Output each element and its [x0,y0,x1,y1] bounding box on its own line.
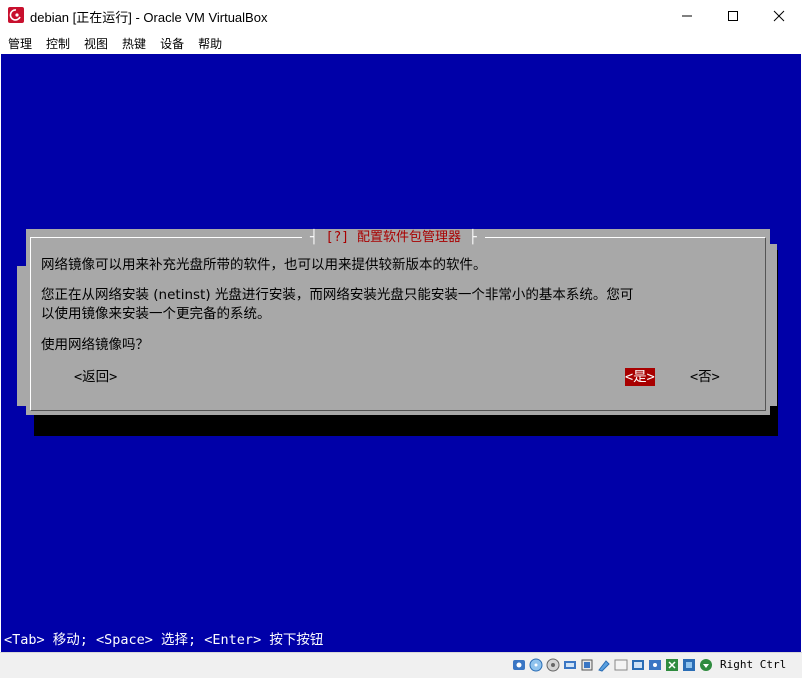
video-capture-icon[interactable] [630,657,645,672]
window-titlebar[interactable]: debian [正在运行] - Oracle VM VirtualBox [0,0,802,31]
dialog-title-text: 配置软件包管理器 [356,230,461,245]
usb-icon[interactable] [579,657,594,672]
yes-button[interactable]: <是> [625,368,655,386]
maximize-button[interactable] [710,0,756,31]
maximize-icon [728,10,738,21]
shared-folder-icon[interactable] [596,657,611,672]
paragraph-1: 网络镜像可以用来补充光盘所带的软件，也可以用来提供较新版本的软件。 [41,257,487,273]
recording-icon[interactable] [664,657,679,672]
menu-view[interactable]: 视图 [76,31,114,53]
host-key-label[interactable]: Right Ctrl [720,658,786,671]
menu-devices[interactable]: 设备 [152,31,190,53]
hard-disk-icon[interactable] [511,657,526,672]
menu-machine[interactable]: 管理 [0,31,38,53]
status-icons [511,657,713,672]
minimize-button[interactable] [664,0,710,31]
close-icon [773,10,785,21]
close-button[interactable] [756,0,802,31]
menu-bar: 管理 控制 视图 热键 设备 帮助 [0,31,802,53]
config-package-manager-dialog: ┤ [?] 配置软件包管理器 ├ 网络镜像可以用来补充光盘所带的软件，也可以用来… [26,229,770,415]
dialog-title-prefix: [?] [325,230,350,245]
help-line: <Tab> 移动; <Space> 选择; <Enter> 按下按钮 [4,632,324,648]
optical-drive-icon[interactable] [528,657,543,672]
back-button[interactable]: <返回> [74,368,117,386]
network-icon[interactable] [562,657,577,672]
audio-icon[interactable] [545,657,560,672]
minimize-icon [682,15,692,16]
dialog-outer-right [769,244,777,406]
menu-help[interactable]: 帮助 [190,31,228,53]
cpu-icon[interactable] [681,657,696,672]
mouse-integration-icon[interactable] [647,657,662,672]
no-button[interactable]: <否> [690,368,720,386]
status-bar: Right Ctrl [0,652,802,678]
display-icon[interactable] [613,657,628,672]
menu-control[interactable]: 控制 [38,31,76,53]
question-text: 使用网络镜像吗？ [41,337,149,353]
menu-hotkeys[interactable]: 热键 [114,31,152,53]
paragraph-2-line-2: 以使用镜像来安装一个更完备的系统。 [41,306,271,322]
dialog-title: ┤ [?] 配置软件包管理器 ├ [302,229,485,247]
debian-vm-icon [8,7,24,23]
window-title: debian [正在运行] - Oracle VM VirtualBox [30,10,268,25]
keyboard-arrow-icon[interactable] [698,657,713,672]
vm-display[interactable]: ┤ [?] 配置软件包管理器 ├ 网络镜像可以用来补充光盘所带的软件，也可以用来… [1,54,801,652]
